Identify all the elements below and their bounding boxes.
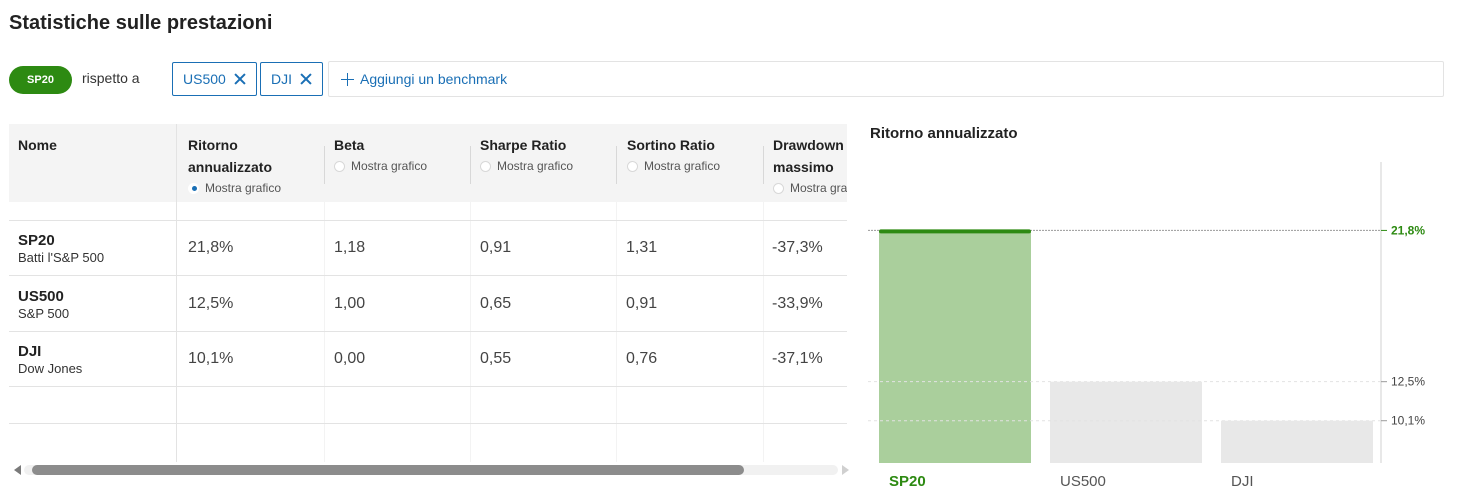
close-icon[interactable] xyxy=(300,73,312,85)
cell-beta: 1,00 xyxy=(334,295,366,312)
radio-selected-icon xyxy=(188,182,199,194)
bar-dji xyxy=(1221,420,1373,463)
table-row[interactable]: US500 S&P 500 12,5% 1,00 0,65 0,91 -33,9… xyxy=(9,277,847,332)
bar-us500 xyxy=(1050,381,1202,463)
cell-sortino: 0,91 xyxy=(626,295,658,312)
x-axis-category-label: US500 xyxy=(1060,473,1106,490)
table-row[interactable]: DJI Dow Jones 10,1% 0,00 0,55 0,76 -37,1… xyxy=(9,332,847,387)
x-axis-category-label: DJI xyxy=(1231,473,1254,490)
y-axis-value-label: 10,1% xyxy=(1391,414,1425,428)
column-header-sharpe: Sharpe Ratio Mostra grafico xyxy=(471,124,617,202)
cell-annualized-return: 12,5% xyxy=(188,295,234,312)
benchmark-chip-dji[interactable]: DJI xyxy=(260,62,323,96)
table-header: Nome Ritorno annualizzato Mostra grafico… xyxy=(9,124,847,202)
row-symbol: SP20 xyxy=(18,232,55,249)
cell-sortino: 0,76 xyxy=(626,350,658,367)
compare-label: rispetto a xyxy=(82,70,140,86)
show-chart-radio[interactable]: Mostra grafico xyxy=(188,180,316,196)
column-header-label: Drawdown xyxy=(773,137,844,153)
radio-unselected-icon xyxy=(480,160,491,172)
cell-sharpe: 0,55 xyxy=(480,350,512,367)
empty-table-row xyxy=(9,424,847,462)
add-benchmark-button[interactable]: Aggiungi un benchmark xyxy=(328,61,1444,97)
row-name: DJI Dow Jones xyxy=(18,343,82,377)
y-axis-value-label: 21,8% xyxy=(1391,223,1425,237)
row-symbol: US500 xyxy=(18,288,64,305)
cell-beta: 0,00 xyxy=(334,350,366,367)
scroll-right-arrow-icon[interactable] xyxy=(842,465,849,475)
benchmark-chip-label: DJI xyxy=(271,71,292,87)
column-header-label: annualizzato xyxy=(188,159,273,175)
cell-sortino: 1,31 xyxy=(626,239,658,256)
radio-label: Mostra grafico xyxy=(790,181,847,195)
cell-beta: 1,18 xyxy=(334,239,366,256)
cell-sharpe: 0,91 xyxy=(480,239,512,256)
performance-table: Nome Ritorno annualizzato Mostra grafico… xyxy=(9,124,847,462)
radio-unselected-icon xyxy=(627,160,638,172)
bar-sp20 xyxy=(879,230,1031,463)
column-header-beta: Beta Mostra grafico xyxy=(325,124,471,202)
row-description: Dow Jones xyxy=(18,361,83,376)
cell-sharpe: 0,65 xyxy=(480,295,512,312)
show-chart-radio[interactable]: Mostra grafico xyxy=(627,158,755,174)
column-header-label: Beta xyxy=(334,137,365,153)
column-header-label: Ritorno xyxy=(188,137,238,153)
column-header-label: massimo xyxy=(773,159,834,175)
radio-label: Mostra grafico xyxy=(644,159,721,173)
radio-label: Mostra grafico xyxy=(205,181,282,195)
empty-table-row xyxy=(9,387,847,424)
radio-unselected-icon xyxy=(334,160,345,172)
plus-icon xyxy=(341,72,354,86)
row-description: S&P 500 xyxy=(18,306,70,321)
benchmark-chip-us500[interactable]: US500 xyxy=(172,62,257,96)
row-symbol: DJI xyxy=(18,343,42,360)
add-benchmark-label: Aggiungi un benchmark xyxy=(360,71,508,87)
cell-annualized-return: 21,8% xyxy=(188,239,234,256)
row-description: Batti l'S&P 500 xyxy=(18,250,105,265)
cell-max-drawdown: -37,1% xyxy=(772,350,823,367)
column-header-label: Sortino Ratio xyxy=(627,137,715,153)
column-header-annualized-return: Ritorno annualizzato Mostra grafico xyxy=(179,124,325,202)
radio-unselected-icon xyxy=(773,182,784,194)
column-header-label: Sharpe Ratio xyxy=(480,137,567,153)
close-icon[interactable] xyxy=(234,73,246,85)
chart-title: Ritorno annualizzato xyxy=(870,125,1018,142)
primary-symbol-badge: SP20 xyxy=(9,66,72,94)
x-axis-category-label: SP20 xyxy=(889,473,926,490)
page-title: Statistiche sulle prestazioni xyxy=(9,12,273,34)
row-name: US500 S&P 500 xyxy=(18,288,69,322)
benchmark-chip-label: US500 xyxy=(183,71,226,87)
show-chart-radio[interactable]: Mostra grafico xyxy=(773,180,847,196)
show-chart-radio[interactable]: Mostra grafico xyxy=(480,158,608,174)
column-header-sortino: Sortino Ratio Mostra grafico xyxy=(618,124,764,202)
table-row[interactable]: SP20 Batti l'S&P 500 21,8% 1,18 0,91 1,3… xyxy=(9,221,847,276)
scroll-left-arrow-icon[interactable] xyxy=(14,465,21,475)
cell-max-drawdown: -37,3% xyxy=(772,239,823,256)
y-axis-value-label: 12,5% xyxy=(1391,375,1425,389)
show-chart-radio[interactable]: Mostra grafico xyxy=(334,158,462,174)
row-name: SP20 Batti l'S&P 500 xyxy=(18,232,104,266)
column-header-label: Nome xyxy=(18,137,57,153)
column-header-name: Nome xyxy=(9,124,176,202)
radio-label: Mostra grafico xyxy=(497,159,574,173)
cell-annualized-return: 10,1% xyxy=(188,350,234,367)
annualized-return-bar-chart: 21,8% SP20 12,5% US500 10,1% DJI xyxy=(868,162,1425,490)
cell-max-drawdown: -33,9% xyxy=(772,295,823,312)
radio-label: Mostra grafico xyxy=(351,159,428,173)
horizontal-scrollbar-thumb[interactable] xyxy=(32,465,744,475)
column-header-max-drawdown: Drawdown massimo Mostra grafico xyxy=(764,124,847,202)
bar-top-accent xyxy=(879,229,1031,234)
